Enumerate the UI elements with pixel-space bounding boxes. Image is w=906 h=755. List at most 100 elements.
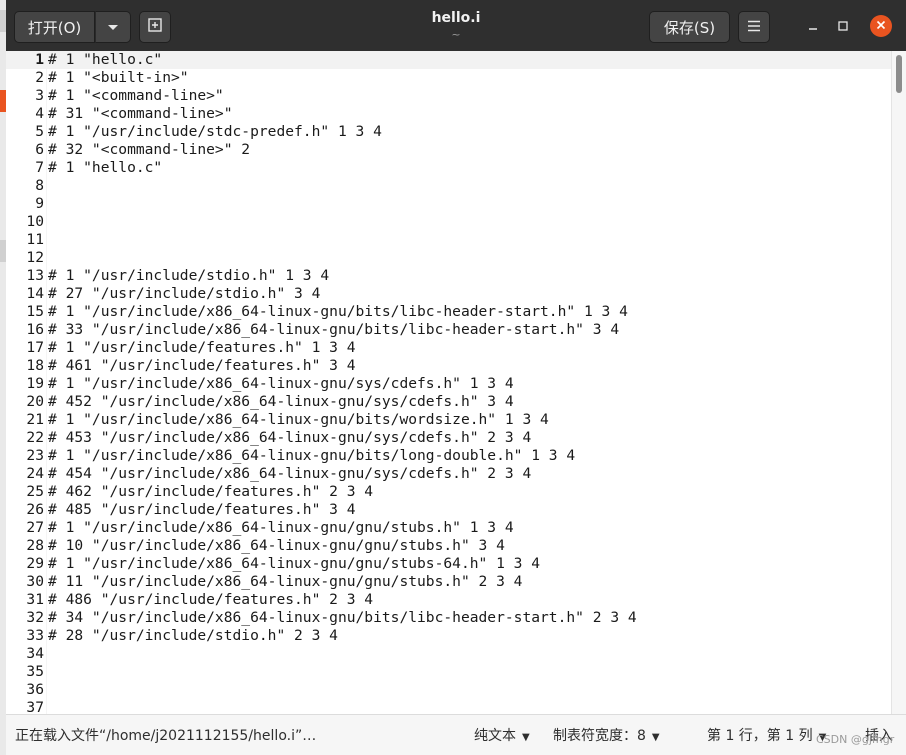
line-text: # 453 "/usr/include/x86_64-linux-gnu/sys… (48, 429, 532, 446)
line-number: 8 (35, 177, 44, 194)
line-number: 25 (26, 483, 44, 500)
line-number: 13 (26, 267, 44, 284)
code-line[interactable]: 13 # 1 "/usr/include/stdio.h" 1 3 4 (6, 267, 891, 285)
line-text: # 28 "/usr/include/stdio.h" 2 3 4 (48, 627, 338, 644)
code-line[interactable]: 15 # 1 "/usr/include/x86_64-linux-gnu/bit… (6, 303, 891, 321)
line-number: 2 (35, 69, 44, 86)
line-text: # 486 "/usr/include/features.h" 2 3 4 (48, 591, 374, 608)
code-line[interactable]: 30 # 11 "/usr/include/x86_64-linux-gnu/gn… (6, 573, 891, 591)
scrollbar-thumb[interactable] (896, 55, 902, 93)
code-line[interactable]: 18 # 461 "/usr/include/features.h" 3 4 (6, 357, 891, 375)
language-selector[interactable]: 纯文本 ▼ (474, 725, 530, 745)
code-line[interactable]: 33 # 28 "/usr/include/stdio.h" 2 3 4 (6, 627, 891, 645)
line-number: 32 (26, 609, 44, 626)
line-number: 14 (26, 285, 44, 302)
line-number: 21 (26, 411, 44, 428)
line-number: 17 (26, 339, 44, 356)
line-text: # 1 "/usr/include/x86_64-linux-gnu/bits/… (48, 411, 549, 428)
line-number: 1 (35, 51, 44, 68)
line-number: 4 (35, 105, 44, 122)
code-line[interactable]: 34 (6, 645, 891, 663)
line-number: 18 (26, 357, 44, 374)
line-number: 15 (26, 303, 44, 320)
code-line[interactable]: 19 # 1 "/usr/include/x86_64-linux-gnu/sys… (6, 375, 891, 393)
line-text: # 1 "/usr/include/x86_64-linux-gnu/bits/… (48, 447, 576, 464)
line-text: # 1 "/usr/include/x86_64-linux-gnu/gnu/s… (48, 519, 514, 536)
line-number: 33 (26, 627, 44, 644)
line-number: 11 (26, 231, 44, 248)
code-line[interactable]: 28 # 10 "/usr/include/x86_64-linux-gnu/gn… (6, 537, 891, 555)
line-number: 28 (26, 537, 44, 554)
code-line[interactable]: 10 (6, 213, 891, 231)
code-line[interactable]: 16 # 33 "/usr/include/x86_64-linux-gnu/bi… (6, 321, 891, 339)
line-text: # 11 "/usr/include/x86_64-linux-gnu/gnu/… (48, 573, 523, 590)
vertical-scrollbar[interactable] (891, 51, 906, 714)
code-line[interactable]: 14 # 27 "/usr/include/stdio.h" 3 4 (6, 285, 891, 303)
code-line[interactable]: 23 # 1 "/usr/include/x86_64-linux-gnu/bit… (6, 447, 891, 465)
code-line[interactable]: 36 (6, 681, 891, 699)
line-number: 29 (26, 555, 44, 572)
code-line[interactable]: 6 # 32 "<command-line>" 2 (6, 141, 891, 159)
code-line[interactable]: 35 (6, 663, 891, 681)
chevron-down-icon: ▼ (651, 732, 660, 743)
maximize-button[interactable] (832, 16, 854, 38)
line-number: 6 (35, 141, 44, 158)
code-line[interactable]: 7 # 1 "hello.c" (6, 159, 891, 177)
code-line[interactable]: 31 # 486 "/usr/include/features.h" 2 3 4 (6, 591, 891, 609)
code-line[interactable]: 2 # 1 "<built-in>" (6, 69, 891, 87)
code-line[interactable]: 37 (6, 699, 891, 714)
text-editor-area[interactable]: 1 # 1 "hello.c" 2 # 1 "<built-in>" 3 # 1 "<co… (6, 51, 891, 714)
main-menu-button[interactable] (738, 11, 770, 43)
minimize-button[interactable] (802, 16, 824, 38)
header-bar: 打开(O) hello.i ~ 保存(S) (6, 0, 906, 52)
close-icon (876, 19, 886, 34)
code-line[interactable]: 3 # 1 "<command-line>" (6, 87, 891, 105)
code-line[interactable]: 1 # 1 "hello.c" (6, 51, 891, 69)
line-text: # 461 "/usr/include/features.h" 3 4 (48, 357, 356, 374)
line-number: 24 (26, 465, 44, 482)
line-number: 30 (26, 573, 44, 590)
code-line[interactable]: 4 # 31 "<command-line>" (6, 105, 891, 123)
watermark: CSDN @gjfhgr (816, 733, 895, 746)
save-button[interactable]: 保存(S) (649, 11, 730, 43)
code-line[interactable]: 29 # 1 "/usr/include/x86_64-linux-gnu/gnu… (6, 555, 891, 573)
close-button[interactable] (870, 15, 892, 37)
line-number: 31 (26, 591, 44, 608)
code-line[interactable]: 5 # 1 "/usr/include/stdc-predef.h" 1 3 4 (6, 123, 891, 141)
line-number: 26 (26, 501, 44, 518)
code-line[interactable]: 24 # 454 "/usr/include/x86_64-linux-gnu/s… (6, 465, 891, 483)
line-number: 3 (35, 87, 44, 104)
maximize-icon (838, 19, 848, 35)
line-number: 12 (26, 249, 44, 266)
code-line[interactable]: 21 # 1 "/usr/include/x86_64-linux-gnu/bit… (6, 411, 891, 429)
window-subtitle: ~ (451, 28, 461, 41)
code-line[interactable]: 32 # 34 "/usr/include/x86_64-linux-gnu/bi… (6, 609, 891, 627)
line-number: 16 (26, 321, 44, 338)
line-text: # 1 "hello.c" (48, 51, 163, 68)
line-text: # 10 "/usr/include/x86_64-linux-gnu/gnu/… (48, 537, 505, 554)
line-text: # 27 "/usr/include/stdio.h" 3 4 (48, 285, 321, 302)
line-text: # 1 "/usr/include/features.h" 1 3 4 (48, 339, 356, 356)
line-number: 35 (26, 663, 44, 680)
line-number: 37 (26, 699, 44, 714)
code-line[interactable]: 20 # 452 "/usr/include/x86_64-linux-gnu/s… (6, 393, 891, 411)
code-line[interactable]: 27 # 1 "/usr/include/x86_64-linux-gnu/gnu… (6, 519, 891, 537)
code-line[interactable]: 8 (6, 177, 891, 195)
code-line[interactable]: 22 # 453 "/usr/include/x86_64-linux-gnu/s… (6, 429, 891, 447)
line-number: 34 (26, 645, 44, 662)
code-line[interactable]: 25 # 462 "/usr/include/features.h" 2 3 4 (6, 483, 891, 501)
tab-width-selector[interactable]: 制表符宽度：8 ▼ (553, 725, 660, 745)
cursor-position-selector[interactable]: 第 1 行，第 1 列 ▼ (707, 725, 826, 745)
code-line[interactable]: 26 # 485 "/usr/include/features.h" 3 4 (6, 501, 891, 519)
line-text: # 452 "/usr/include/x86_64-linux-gnu/sys… (48, 393, 514, 410)
line-number: 19 (26, 375, 44, 392)
line-text: # 33 "/usr/include/x86_64-linux-gnu/bits… (48, 321, 620, 338)
code-line[interactable]: 12 (6, 249, 891, 267)
language-label: 纯文本 (474, 728, 516, 744)
code-line[interactable]: 17 # 1 "/usr/include/features.h" 1 3 4 (6, 339, 891, 357)
line-number: 20 (26, 393, 44, 410)
code-line[interactable]: 11 (6, 231, 891, 249)
tab-width-label: 制表符宽度：8 (553, 728, 646, 744)
line-number: 5 (35, 123, 44, 140)
code-line[interactable]: 9 (6, 195, 891, 213)
